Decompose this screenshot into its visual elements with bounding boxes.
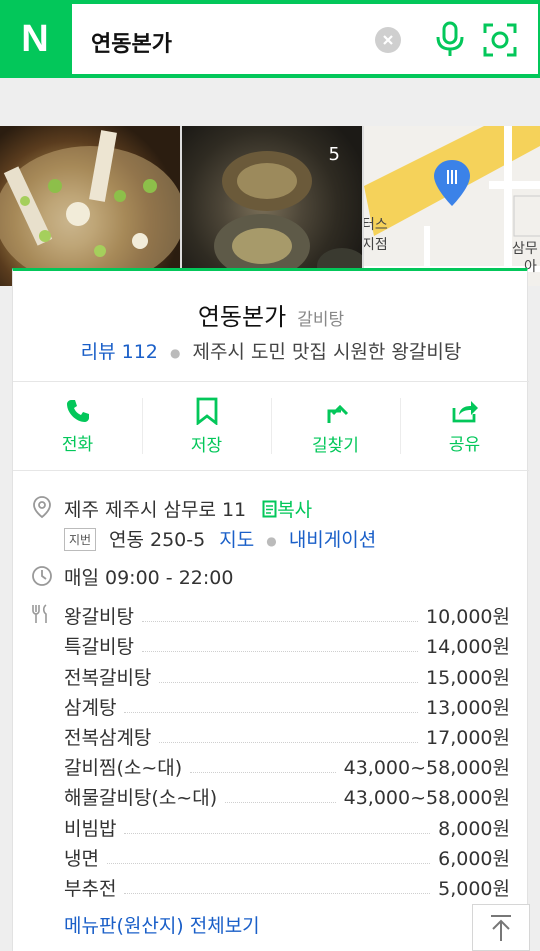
menu-item-price: 15,000원 [426, 666, 510, 689]
directions-icon [327, 404, 348, 423]
mic-icon[interactable] [432, 20, 468, 58]
menu-item: 냉면 6,000원 [64, 841, 510, 871]
jibun-badge: 지번 [64, 528, 97, 551]
leader-dots [225, 802, 336, 804]
search-input[interactable]: 연동본가 [91, 26, 172, 58]
menu-item-price: 5,000원 [438, 877, 510, 900]
utensils-icon [31, 603, 51, 629]
menu-item-name: 갈비찜(소~대) [64, 757, 183, 780]
leader-dots [124, 892, 431, 894]
leader-dots [141, 651, 419, 653]
camera-search-icon[interactable] [482, 22, 518, 58]
search-field[interactable]: 연동본가 [72, 4, 538, 74]
save-button[interactable]: 저장 [142, 382, 271, 470]
food-photo-1[interactable] [0, 126, 180, 286]
search-bar: N 연동본가 [0, 0, 540, 78]
leader-dots [159, 741, 419, 743]
menu-item-name: 냉면 [64, 847, 99, 870]
copy-icon [262, 500, 277, 518]
menu-item-price: 43,000~58,000원 [343, 757, 510, 780]
menu-item: 삼계탕 13,000원 [64, 690, 510, 720]
logo-letter: N [21, 17, 49, 60]
menu-item: 갈비찜(소~대) 43,000~58,000원 [64, 750, 510, 780]
menu-item: 전복삼계탕 17,000원 [64, 720, 510, 750]
full-menu-link[interactable]: 메뉴판(원산지) 전체보기 [64, 911, 260, 938]
menu-item-name: 삼계탕 [64, 696, 117, 719]
menu-item-name: 해물갈비탕(소~대) [64, 787, 218, 810]
leader-dots [124, 711, 419, 713]
separator-dot: ● [266, 533, 277, 548]
review-link[interactable]: 리뷰 112 [81, 341, 158, 363]
menu-item-price: 8,000원 [438, 817, 510, 840]
menu-item-name: 전복삼계탕 [64, 726, 152, 749]
location-pin-icon [31, 495, 53, 523]
place-category: 갈비탕 [297, 310, 345, 330]
menu-item-price: 17,000원 [426, 726, 510, 749]
leader-dots [190, 772, 336, 774]
copy-label: 복사 [277, 499, 313, 521]
menu-item-name: 전복갈비탕 [64, 666, 152, 689]
photo-count-badge: 5 [328, 144, 340, 165]
photo-strip: 5 터스 지점 삼무 아 [0, 126, 540, 286]
map-label: 터스 [364, 217, 388, 233]
place-name[interactable]: 연동본가 [198, 303, 286, 331]
share-label: 공유 [448, 434, 481, 455]
business-hours[interactable]: 매일 09:00 - 22:00 [64, 563, 233, 590]
leader-dots [124, 832, 431, 834]
menu-item-price: 6,000원 [438, 847, 510, 870]
action-bar: 전화 저장 길찾기 공유 [13, 382, 529, 470]
menu-item: 왕갈비탕 10,000원 [64, 599, 510, 629]
road-address: 제주 제주시 삼무로 11 [64, 499, 247, 521]
food-photo-2[interactable]: 5 [182, 126, 362, 286]
menu-item: 부추전 5,000원 [64, 871, 510, 901]
divider [13, 470, 529, 471]
directions-button[interactable]: 길찾기 [271, 382, 400, 470]
menu-item-price: 14,000원 [426, 636, 510, 659]
map-label: 삼무 [512, 241, 538, 257]
menu-item-price: 43,000~58,000원 [343, 787, 510, 810]
menu-list: 왕갈비탕 10,000원 특갈비탕 14,000원 전복갈비탕 15,000원 삼계탕… [64, 599, 510, 901]
place-card: 연동본가 갈비탕 리뷰 112 ● 제주시 도민 맛집 시원한 왕갈비탕 전화 … [12, 268, 529, 951]
map-link[interactable]: 지도 [219, 529, 254, 551]
share-icon [452, 400, 478, 422]
bookmark-icon [196, 397, 217, 425]
title-row: 연동본가 갈비탕 [13, 297, 529, 332]
menu-item-name: 특갈비탕 [64, 636, 134, 659]
leader-dots [141, 621, 419, 623]
place-description: 제주시 도민 맛집 시원한 왕갈비탕 [192, 341, 462, 363]
map-label: 지점 [364, 237, 388, 253]
jibun-address: 연동 250-5 [109, 529, 206, 551]
leader-dots [159, 681, 419, 683]
leader-dots [106, 862, 431, 864]
menu-item-name: 비빔밥 [64, 817, 117, 840]
call-label: 전화 [61, 434, 94, 455]
menu-item: 해물갈비탕(소~대) 43,000~58,000원 [64, 780, 510, 810]
summary-row: 리뷰 112 ● 제주시 도민 맛집 시원한 왕갈비탕 [13, 337, 529, 364]
address-row: 제주 제주시 삼무로 11 복사 [64, 495, 312, 522]
menu-item: 비빔밥 8,000원 [64, 810, 510, 840]
jibun-row: 연동 250-5 지도 ● 내비게이션 [109, 525, 376, 552]
menu-item-price: 10,000원 [426, 606, 510, 629]
menu-item: 특갈비탕 14,000원 [64, 629, 510, 659]
phone-icon [66, 399, 89, 422]
call-button[interactable]: 전화 [13, 382, 142, 470]
save-label: 저장 [190, 435, 223, 456]
menu-item-price: 13,000원 [426, 696, 510, 719]
arrow-up-icon [491, 914, 511, 941]
naver-logo[interactable]: N [0, 4, 70, 74]
directions-label: 길찾기 [312, 435, 359, 456]
scroll-to-top-button[interactable] [472, 904, 530, 951]
clear-icon[interactable] [375, 27, 401, 53]
copy-address-button[interactable]: 복사 [262, 499, 312, 521]
menu-item-name: 부추전 [64, 877, 117, 900]
menu-item-name: 왕갈비탕 [64, 606, 134, 629]
share-button[interactable]: 공유 [400, 382, 529, 470]
map-thumbnail[interactable]: 터스 지점 삼무 아 [364, 126, 540, 286]
menu-item: 전복갈비탕 15,000원 [64, 659, 510, 689]
tab-strip [0, 78, 540, 126]
clock-icon [31, 565, 53, 591]
navigation-link[interactable]: 내비게이션 [289, 529, 376, 551]
separator-dot: ● [169, 345, 181, 360]
